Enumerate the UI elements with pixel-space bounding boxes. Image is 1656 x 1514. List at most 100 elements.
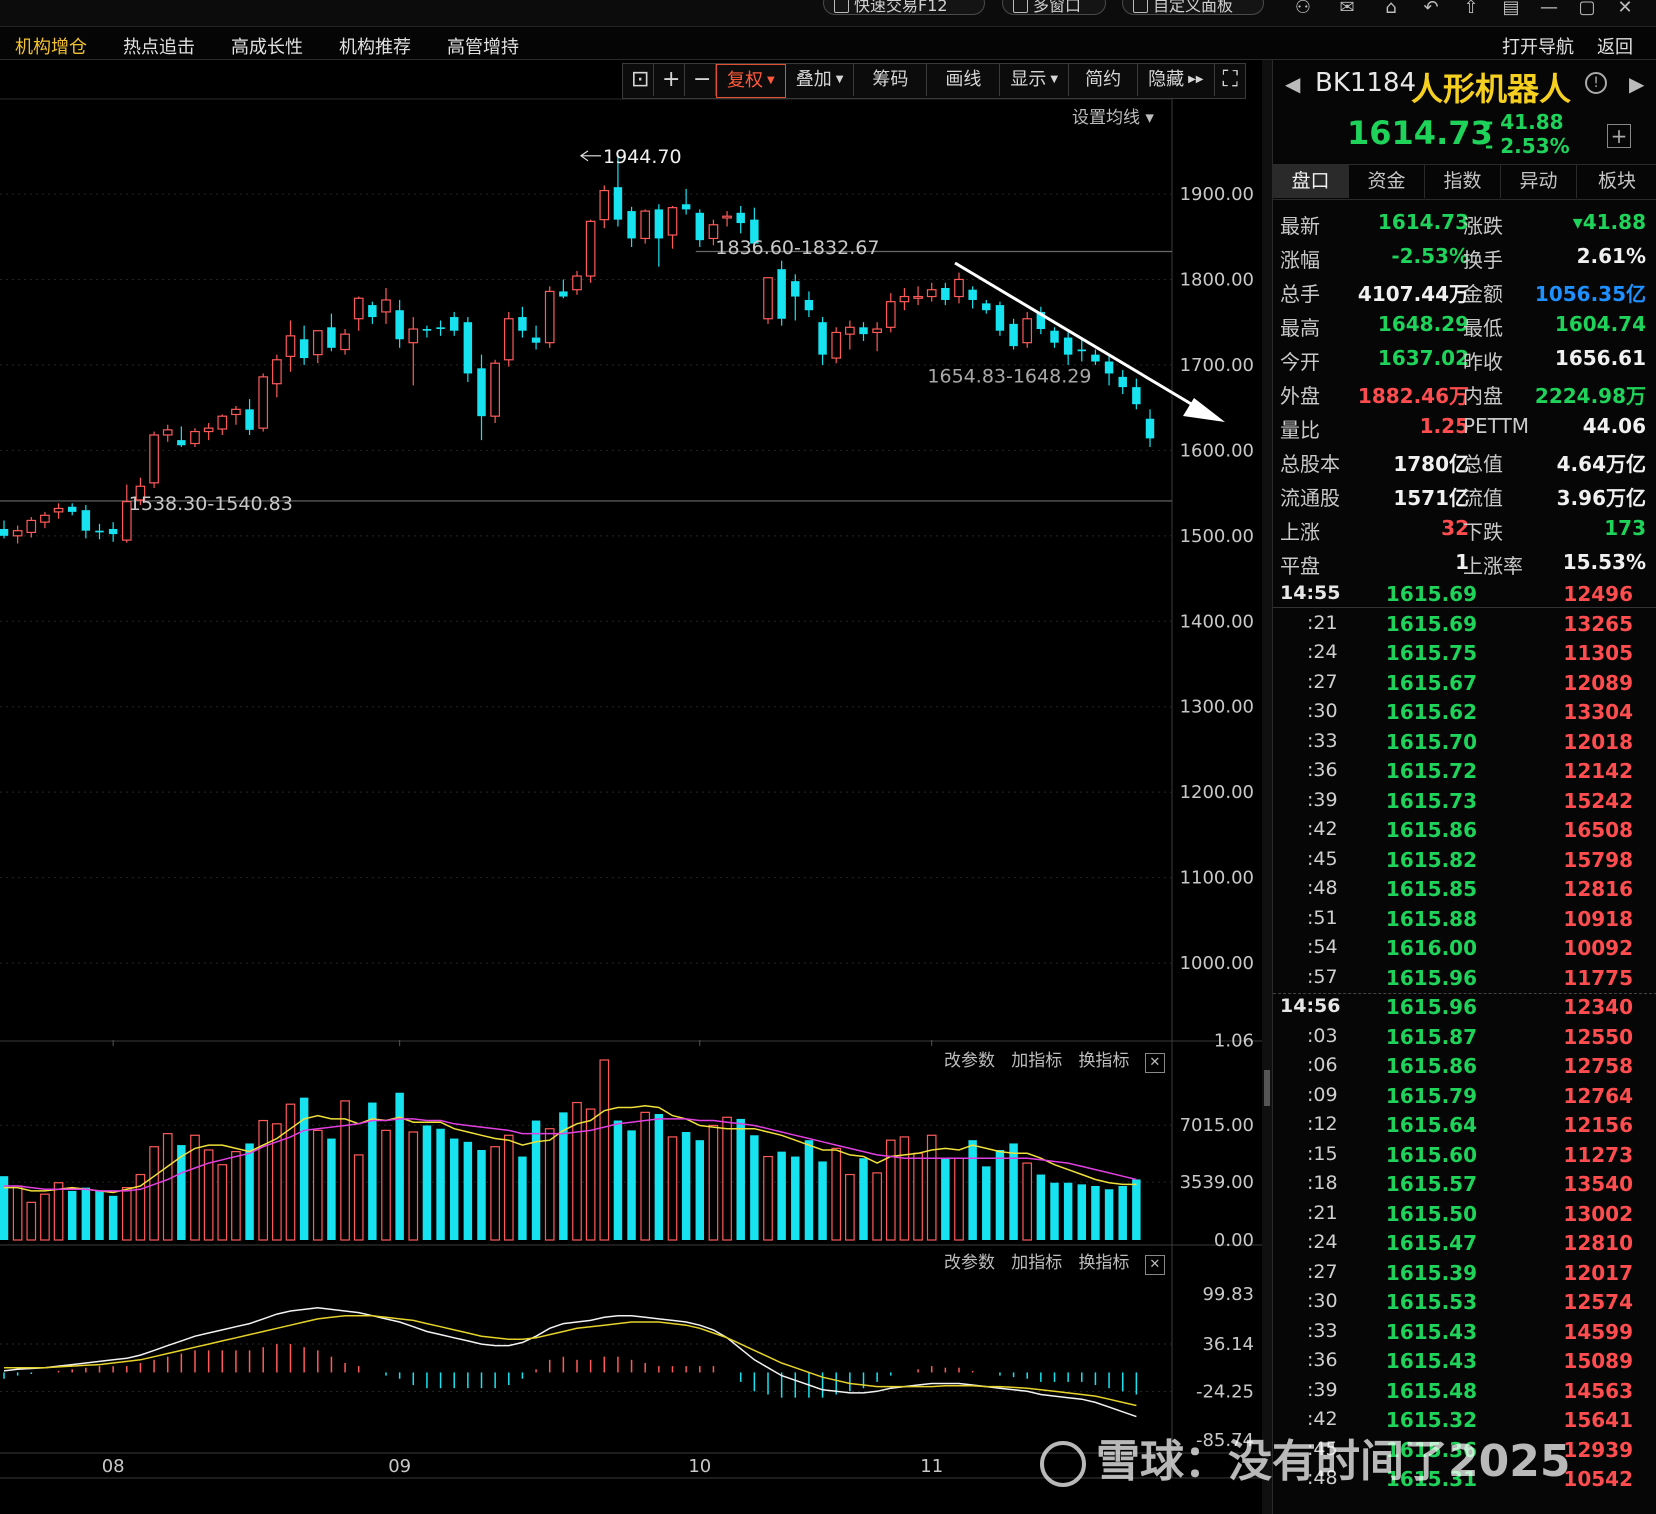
panel-splitter[interactable] [1262, 60, 1272, 1514]
edit-params-button[interactable]: 改参数 [944, 1051, 995, 1071]
lightning-icon [834, 0, 849, 13]
edit-params-button[interactable]: 改参数 [944, 1253, 995, 1273]
tick-volume: 10092 [1563, 936, 1633, 960]
zoom-out-button[interactable]: − [685, 64, 716, 96]
tick-price: 1615.57 [1385, 1172, 1477, 1196]
trend-arrow-line [954, 261, 1209, 416]
layout-icon[interactable]: ▤ [1500, 0, 1522, 17]
tick-time: 14:56 [1280, 995, 1341, 1017]
tick-price: 1615.82 [1385, 847, 1477, 872]
candle-body [1118, 376, 1127, 388]
quote-label: 换手 [1463, 248, 1503, 272]
volume-bar [340, 1100, 350, 1241]
undo-icon[interactable]: ↶ [1420, 0, 1442, 17]
tick-price: 1615.75 [1385, 641, 1477, 665]
candle-body [1050, 330, 1059, 343]
volume-bar [885, 1139, 896, 1241]
tick-time: :33 [1307, 729, 1338, 752]
x-tick-label: 11 [920, 1456, 943, 1477]
tab-institution-recommend[interactable]: 机构推荐 [339, 33, 411, 59]
candles [0, 156, 1155, 544]
ma-setting-dropdown[interactable]: 设置均线 ▾ [1072, 103, 1154, 128]
tab-sector[interactable]: 板块 [1577, 164, 1656, 198]
tick-volume: 13304 [1563, 700, 1633, 724]
quote-panel: ◀ BK1184 人形机器人 ! ▶ 1614.73 - 41.88 - 2.5… [1272, 60, 1656, 1514]
volume-bar [1091, 1186, 1100, 1240]
back-link[interactable]: 返回 [1597, 33, 1633, 59]
tick-volume: 12156 [1563, 1113, 1633, 1137]
quote-label: 涨跌 [1463, 214, 1503, 238]
quick-trade-button[interactable]: 快速交易F12 [823, 0, 985, 15]
volume-bar [12, 1185, 23, 1241]
prev-stock-icon[interactable]: ◀ [1285, 72, 1300, 96]
close-icon[interactable]: ✕ [1614, 0, 1636, 17]
kline-chart[interactable]: 1944.70 1836.60-1832.67 1654.83-1648.29 153… [0, 60, 1262, 1514]
tab-executive-buying[interactable]: 高管增持 [447, 33, 519, 59]
candle-body [722, 215, 732, 219]
candle-body [408, 328, 419, 344]
candle-body [53, 507, 64, 513]
draw-button[interactable]: 画线 [927, 64, 1001, 96]
custom-panel-button[interactable]: 自定义面板 [1122, 0, 1264, 15]
upload-icon[interactable]: ⇧ [1460, 0, 1482, 17]
volume-bar [245, 1143, 254, 1240]
zoom-in-button[interactable]: + [654, 64, 685, 96]
candle-body [791, 281, 800, 297]
user-icon[interactable]: ⚇ [1292, 0, 1314, 17]
minimize-icon[interactable]: — [1538, 0, 1560, 17]
quote-label: 流值 [1463, 486, 1503, 510]
quote-value: 1656.61 [1554, 346, 1646, 370]
splitter-handle[interactable] [1264, 1070, 1270, 1106]
candle-body [1077, 349, 1087, 352]
close-subchart-icon[interactable]: ✕ [1144, 1053, 1165, 1073]
overlay-dropdown[interactable]: 叠加 ▼ [786, 64, 855, 96]
quote-label: 最高 [1280, 316, 1320, 340]
tick-volume: 15798 [1563, 847, 1633, 872]
chips-button[interactable]: 筹码 [854, 64, 928, 96]
add-indicator-button[interactable]: 加指标 [1011, 1051, 1062, 1071]
price-tick-label: 1400.00 [1180, 611, 1254, 632]
add-watchlist-icon[interactable]: + [1607, 124, 1631, 148]
multi-window-button[interactable]: 多窗口 [1002, 0, 1106, 15]
swap-indicator-button[interactable]: 换指标 [1078, 1253, 1129, 1273]
tab-order-book[interactable]: 盘口 [1273, 164, 1349, 198]
price-tick-label: 1100.00 [1180, 868, 1254, 889]
tab-high-growth[interactable]: 高成长性 [231, 33, 303, 59]
fullscreen-icon[interactable]: ⛶ [1215, 64, 1245, 96]
simple-button[interactable]: 简约 [1069, 64, 1139, 96]
candle-body [544, 290, 555, 344]
quote-label: 涨幅 [1280, 248, 1320, 272]
candle-body [1091, 354, 1100, 362]
tab-institution-increase[interactable]: 机构增仓 [15, 33, 87, 59]
volume-bar [995, 1150, 1005, 1240]
maximize-icon[interactable]: ▢ [1576, 0, 1598, 17]
quote-value: 2.61% [1576, 244, 1646, 268]
quote-value: 173 [1604, 516, 1646, 540]
volume-tick-label: 1.06 [1214, 1030, 1254, 1051]
tick-price: 1615.47 [1385, 1231, 1477, 1255]
tab-funds[interactable]: 资金 [1349, 164, 1425, 198]
swap-indicator-button[interactable]: 换指标 [1078, 1051, 1129, 1071]
tab-anomaly[interactable]: 异动 [1501, 164, 1577, 198]
quote-value: 1604.74 [1554, 312, 1646, 336]
info-icon[interactable]: ! [1585, 72, 1607, 94]
mail-icon[interactable]: ✉ [1336, 0, 1358, 17]
candle-body [926, 289, 937, 298]
volume-bar [26, 1201, 37, 1241]
tab-hot-chase[interactable]: 热点追击 [123, 33, 195, 59]
volume-bar [968, 1140, 977, 1240]
tab-index[interactable]: 指数 [1425, 164, 1501, 198]
candle-body [190, 430, 200, 445]
lock-button[interactable]: ⊡ [623, 64, 654, 96]
price-tick-label: 1900.00 [1180, 184, 1254, 205]
hide-button[interactable]: 隐藏 ▶▶ [1138, 64, 1215, 96]
open-nav-link[interactable]: 打开导航 [1502, 33, 1574, 59]
close-subchart-icon[interactable]: ✕ [1144, 1255, 1165, 1275]
add-indicator-button[interactable]: 加指标 [1011, 1253, 1062, 1273]
restore-right-dropdown[interactable]: 复权 ▼ [716, 64, 786, 98]
divider [1273, 607, 1656, 608]
next-stock-icon[interactable]: ▶ [1629, 72, 1644, 96]
home-icon[interactable]: ⌂ [1380, 0, 1402, 17]
display-dropdown[interactable]: 显示 ▼ [1000, 64, 1070, 96]
tick-volume: 12089 [1563, 670, 1633, 695]
